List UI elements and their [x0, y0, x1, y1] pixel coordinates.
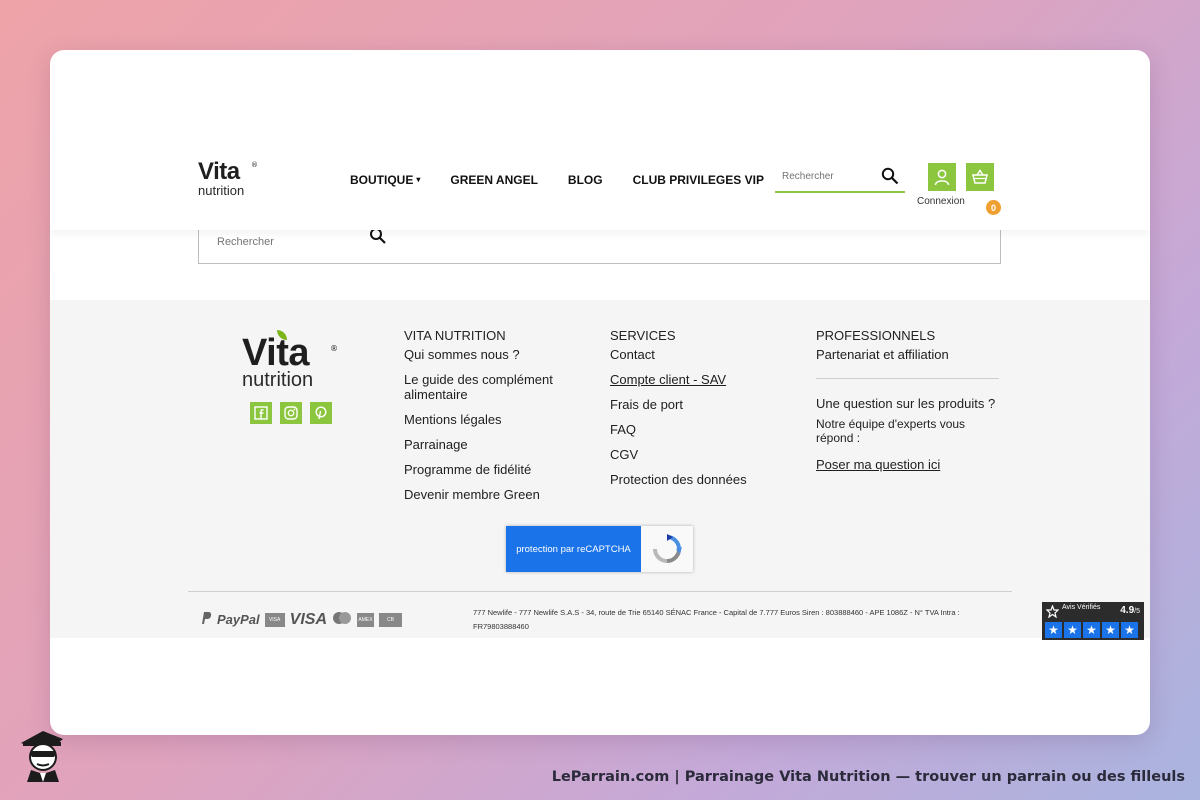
footer-col-services: SERVICES Contact Compte client - SAV Fra…	[610, 328, 790, 497]
visa-logo: VISA	[289, 610, 327, 628]
product-question-heading: Une question sur les produits ?	[816, 396, 996, 411]
footer-col-vita: VITA NUTRITION Qui sommes nous ? Le guid…	[404, 328, 584, 512]
instagram-icon[interactable]	[280, 402, 302, 424]
header-search-input[interactable]	[782, 171, 877, 182]
nav-green-angel[interactable]: GREEN ANGEL	[450, 173, 538, 187]
ask-question-link[interactable]: Poser ma question ici	[816, 457, 1006, 472]
search-icon[interactable]	[369, 227, 387, 249]
chevron-down-icon: ▾	[416, 175, 421, 184]
payment-methods: PayPal VISA VISA AMEX CB	[200, 610, 402, 629]
footer-logo[interactable]: Vita ® nutrition	[242, 330, 342, 392]
nav-blog[interactable]: BLOG	[568, 173, 603, 187]
page-search-input[interactable]	[217, 236, 357, 248]
recaptcha-badge[interactable]: protection par reCAPTCHA	[506, 526, 693, 572]
footer-col-title: VITA NUTRITION	[404, 328, 506, 343]
star-icon: ★	[1045, 622, 1062, 638]
footer-link-referral[interactable]: Parrainage	[404, 437, 584, 452]
logo-vita-text: Vita	[242, 332, 310, 374]
footer-link-customer-account[interactable]: Compte client - SAV	[610, 372, 790, 387]
site-header: Vita ® nutrition BOUTIQUE ▾ GREEN ANGEL B…	[50, 145, 1150, 230]
divider	[816, 378, 999, 379]
user-icon	[934, 169, 950, 186]
social-links	[250, 402, 332, 424]
paypal-logo: PayPal	[217, 612, 260, 627]
avis-verifies-icon	[1045, 604, 1060, 623]
legal-notice: 777 Newlife - 777 Newlife S.A.S - 34, ro…	[473, 608, 960, 631]
logo-vita-text: Vita	[198, 158, 240, 185]
nav-boutique-label: BOUTIQUE	[350, 173, 414, 187]
footer-link-about[interactable]: Qui sommes nous ?	[404, 347, 584, 362]
footer-link-partnership[interactable]: Partenariat et affiliation	[816, 347, 1006, 362]
footer-link-green-member[interactable]: Devenir membre Green	[404, 487, 584, 502]
page-caption: LeParrain.com | Parrainage Vita Nutritio…	[551, 769, 1185, 785]
basket-icon	[972, 169, 988, 184]
amex-card-icon: AMEX	[357, 612, 374, 627]
mastercard-icon	[332, 610, 352, 629]
recaptcha-label: protection par reCAPTCHA	[506, 526, 641, 572]
nav-club-privileges-vip[interactable]: CLUB PRIVILEGES VIP	[633, 173, 764, 187]
cart-count-badge: 0	[986, 200, 1001, 215]
logo-nutrition-text: nutrition	[198, 183, 245, 198]
footer-link-legal[interactable]: Mentions légales	[404, 412, 584, 427]
account-button[interactable]	[928, 163, 956, 191]
rating-value: 4.9	[1120, 605, 1135, 616]
avis-verifies-badge[interactable]: Avis Vérifiés 4.9/5 ★ ★ ★ ★ ★	[1042, 602, 1144, 640]
cb-card-icon: CB	[379, 612, 402, 627]
avis-verifies-label: Avis Vérifiés	[1062, 604, 1101, 611]
divider	[188, 591, 1012, 592]
footer-link-contact[interactable]: Contact	[610, 347, 790, 362]
footer-col-title: SERVICES	[610, 328, 676, 343]
cart-button[interactable]	[966, 163, 994, 191]
footer-link-data-protection[interactable]: Protection des données	[610, 472, 790, 487]
site-footer: Vita ® nutrition VITA NUTRITION Qui somm…	[50, 300, 1150, 640]
footer-link-loyalty[interactable]: Programme de fidélité	[404, 462, 584, 477]
experts-text: Notre équipe d'experts vous répond :	[816, 417, 966, 445]
footer-link-shipping[interactable]: Frais de port	[610, 397, 790, 412]
star-icon: ★	[1083, 622, 1100, 638]
recaptcha-icon	[641, 526, 693, 572]
star-icon: ★	[1102, 622, 1119, 638]
facebook-icon[interactable]	[250, 402, 272, 424]
account-label[interactable]: Connexion	[917, 196, 965, 207]
footer-link-cgv[interactable]: CGV	[610, 447, 790, 462]
header-logo[interactable]: Vita ® nutrition	[198, 158, 268, 198]
footer-link-faq[interactable]: FAQ	[610, 422, 790, 437]
footer-col-title: PROFESSIONNELS	[816, 328, 936, 343]
rating-max: /5	[1134, 608, 1140, 615]
logo-nutrition-text: nutrition	[242, 369, 314, 391]
main-nav: BOUTIQUE ▾ GREEN ANGEL BLOG CLUB PRIVILEG…	[350, 173, 764, 187]
star-icon: ★	[1121, 622, 1138, 638]
paypal-icon	[200, 610, 212, 629]
rating-score: 4.9/5	[1120, 605, 1140, 616]
star-icon: ★	[1064, 622, 1081, 638]
leparrain-mascot-logo	[17, 726, 69, 786]
rating-stars: ★ ★ ★ ★ ★	[1045, 622, 1138, 638]
search-icon[interactable]	[881, 167, 899, 189]
browser-window: Vita ® nutrition BOUTIQUE ▾ GREEN ANGEL B…	[50, 50, 1150, 735]
logo-registered-mark: ®	[251, 161, 258, 169]
footer-col-pro: PROFESSIONNELS Partenariat et affiliatio…	[816, 328, 1006, 482]
footer-link-guide[interactable]: Le guide des complément alimentaire	[404, 372, 584, 402]
header-search	[775, 163, 905, 193]
pinterest-icon[interactable]	[310, 402, 332, 424]
logo-registered-mark: ®	[330, 344, 338, 353]
nav-boutique[interactable]: BOUTIQUE ▾	[350, 173, 420, 187]
visa-card-icon: VISA	[264, 612, 285, 627]
